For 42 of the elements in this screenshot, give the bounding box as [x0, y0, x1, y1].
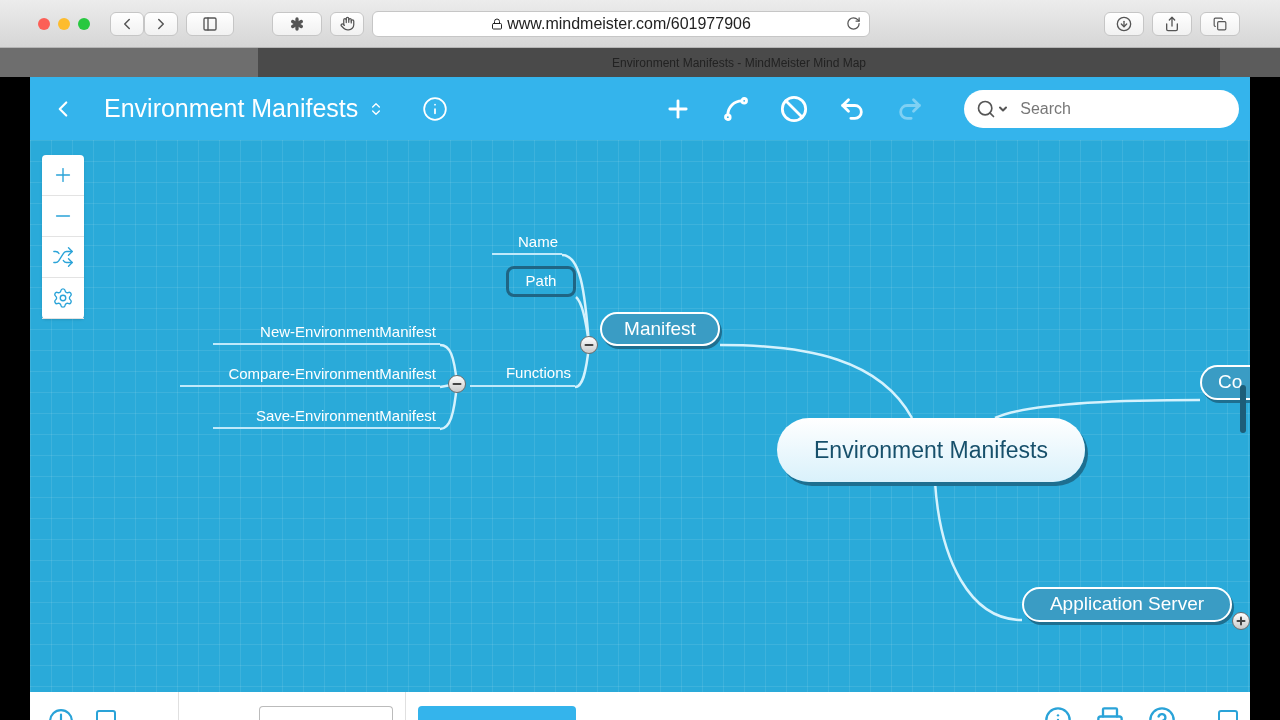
- subtopic[interactable]: Compare-EnvironmentManifest: [180, 363, 440, 387]
- plus-icon: [1235, 615, 1247, 627]
- tabs-button[interactable]: [1200, 11, 1240, 36]
- search-field[interactable]: Search: [964, 89, 1240, 128]
- zoom-window-icon[interactable]: [78, 17, 90, 30]
- block-icon[interactable]: [780, 94, 809, 123]
- forward-button[interactable]: [144, 11, 178, 36]
- download-icon: [1116, 15, 1132, 32]
- collapse-button[interactable]: [580, 336, 598, 354]
- subtopic[interactable]: Name: [492, 232, 562, 255]
- topic-node[interactable]: Co: [1200, 365, 1250, 400]
- scrollbar: [1240, 385, 1246, 433]
- info-icon[interactable]: [422, 95, 449, 122]
- theme-field[interactable]: [259, 706, 393, 720]
- map-title[interactable]: Environment Manifests: [104, 89, 359, 128]
- hand-button[interactable]: [330, 11, 364, 36]
- subtopic[interactable]: Save-EnvironmentManifest: [213, 405, 440, 429]
- url-text: www.mindmeister.com/601977906: [507, 13, 751, 34]
- settings-icon[interactable]: [52, 287, 74, 309]
- back-button[interactable]: [110, 11, 144, 36]
- connect-icon[interactable]: [722, 94, 751, 123]
- address-bar[interactable]: www.mindmeister.com/601977906: [372, 10, 870, 37]
- search-icon: [976, 98, 997, 119]
- subtopic[interactable]: Functions: [470, 362, 575, 387]
- topic-node[interactable]: Manifest: [600, 312, 720, 346]
- share-icon: [1164, 15, 1180, 32]
- subtopic[interactable]: Path: [506, 266, 576, 297]
- lock-icon: [491, 17, 504, 30]
- tabs-icon: [1213, 16, 1227, 31]
- reload-icon[interactable]: [846, 16, 861, 31]
- subtopic[interactable]: New-EnvironmentManifest: [213, 321, 440, 345]
- close-window-icon[interactable]: [38, 17, 50, 30]
- hand-icon: [339, 16, 355, 31]
- expand-button[interactable]: [1232, 612, 1250, 630]
- extension-button[interactable]: [272, 11, 322, 36]
- download-button[interactable]: [1104, 11, 1144, 36]
- share-button[interactable]: [1152, 11, 1192, 36]
- topic-node[interactable]: Application Server: [1022, 587, 1232, 622]
- collapse-button[interactable]: [448, 375, 466, 393]
- shuffle-icon[interactable]: [52, 246, 74, 268]
- sidebar-button[interactable]: [186, 11, 234, 36]
- sidebar-icon: [202, 15, 218, 32]
